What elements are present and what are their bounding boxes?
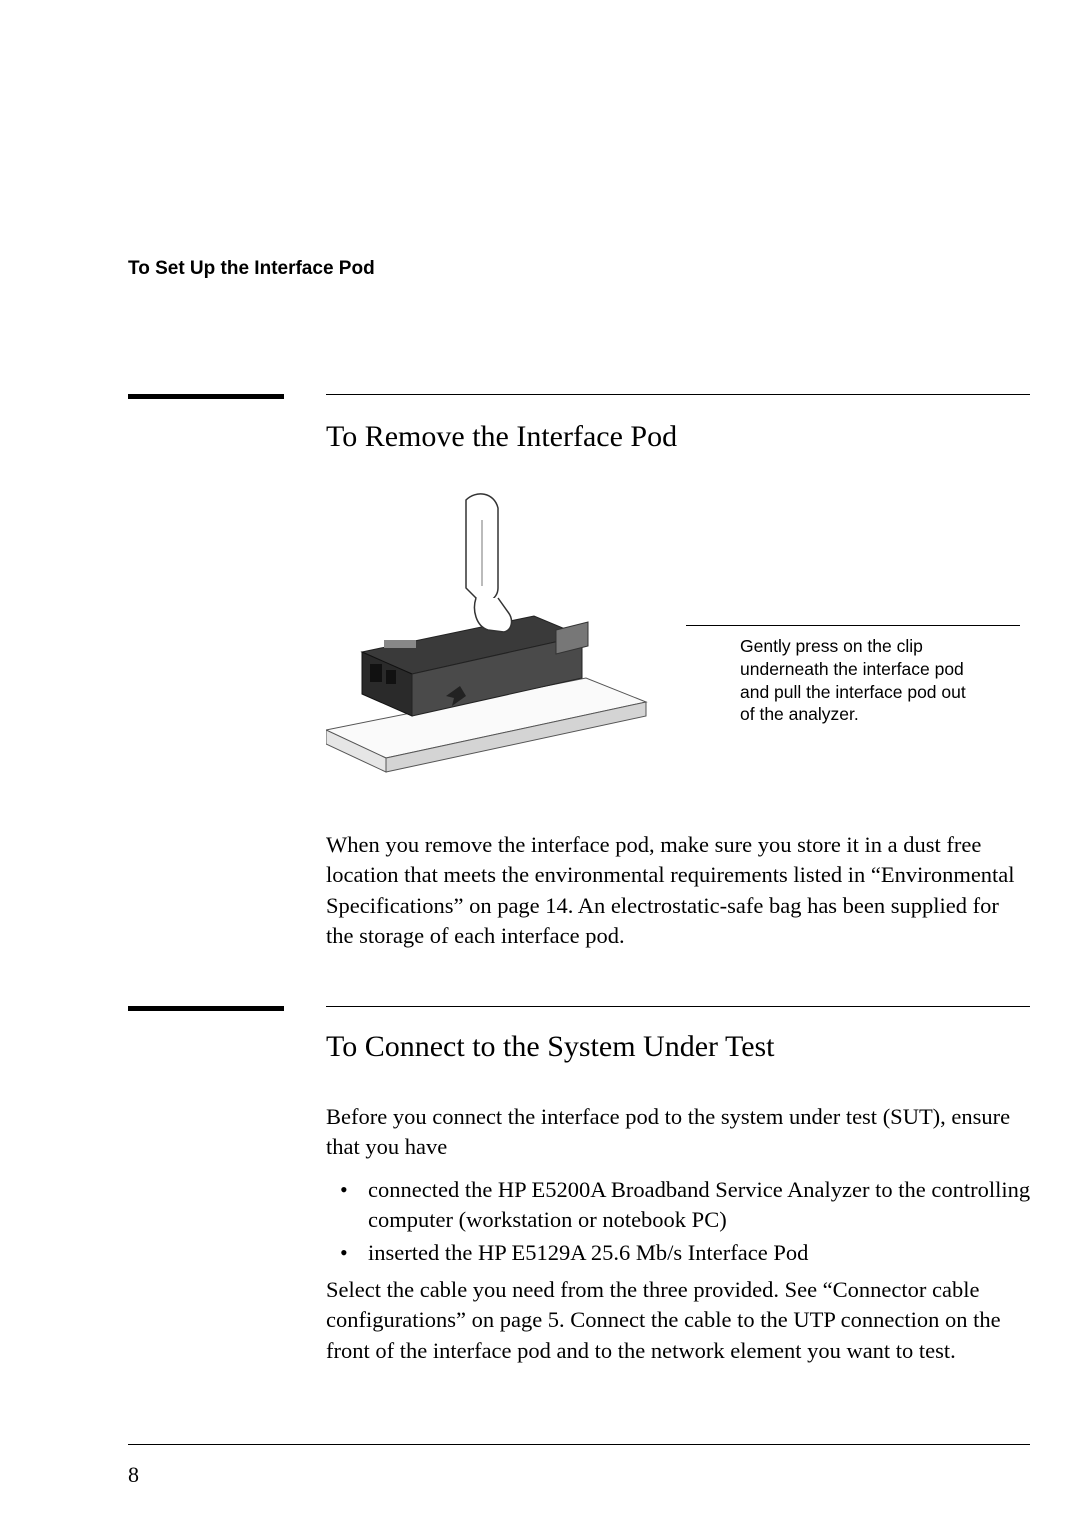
page-number: 8 xyxy=(128,1462,139,1488)
callout-rule xyxy=(686,625,1020,626)
footer-rule xyxy=(128,1444,1030,1445)
paragraph-storage-note: When you remove the interface pod, make … xyxy=(326,830,1030,952)
side-rule xyxy=(128,1006,284,1011)
paragraph-cable-select: Select the cable you need from the three… xyxy=(326,1275,1030,1366)
section-heading-remove-pod: To Remove the Interface Pod xyxy=(326,420,677,454)
paragraph-sut-intro: Before you connect the interface pod to … xyxy=(326,1102,1030,1163)
section-rule xyxy=(326,1006,1030,1007)
page: To Set Up the Interface Pod To Remove th… xyxy=(0,0,1080,1528)
section-rule xyxy=(326,394,1030,395)
list-item: inserted the HP E5129A 25.6 Mb/s Interfa… xyxy=(368,1238,1072,1268)
callout-text: Gently press on the clip underneath the … xyxy=(740,635,980,726)
list-item: connected the HP E5200A Broadband Servic… xyxy=(368,1175,1072,1236)
running-head: To Set Up the Interface Pod xyxy=(128,258,375,280)
side-rule xyxy=(128,394,284,399)
interface-pod-illustration-icon xyxy=(326,480,666,780)
illustration-remove-pod: Gently press on the clip underneath the … xyxy=(326,480,1030,790)
bullet-list: connected the HP E5200A Broadband Servic… xyxy=(326,1175,1072,1270)
section-heading-connect-sut: To Connect to the System Under Test xyxy=(326,1030,775,1064)
